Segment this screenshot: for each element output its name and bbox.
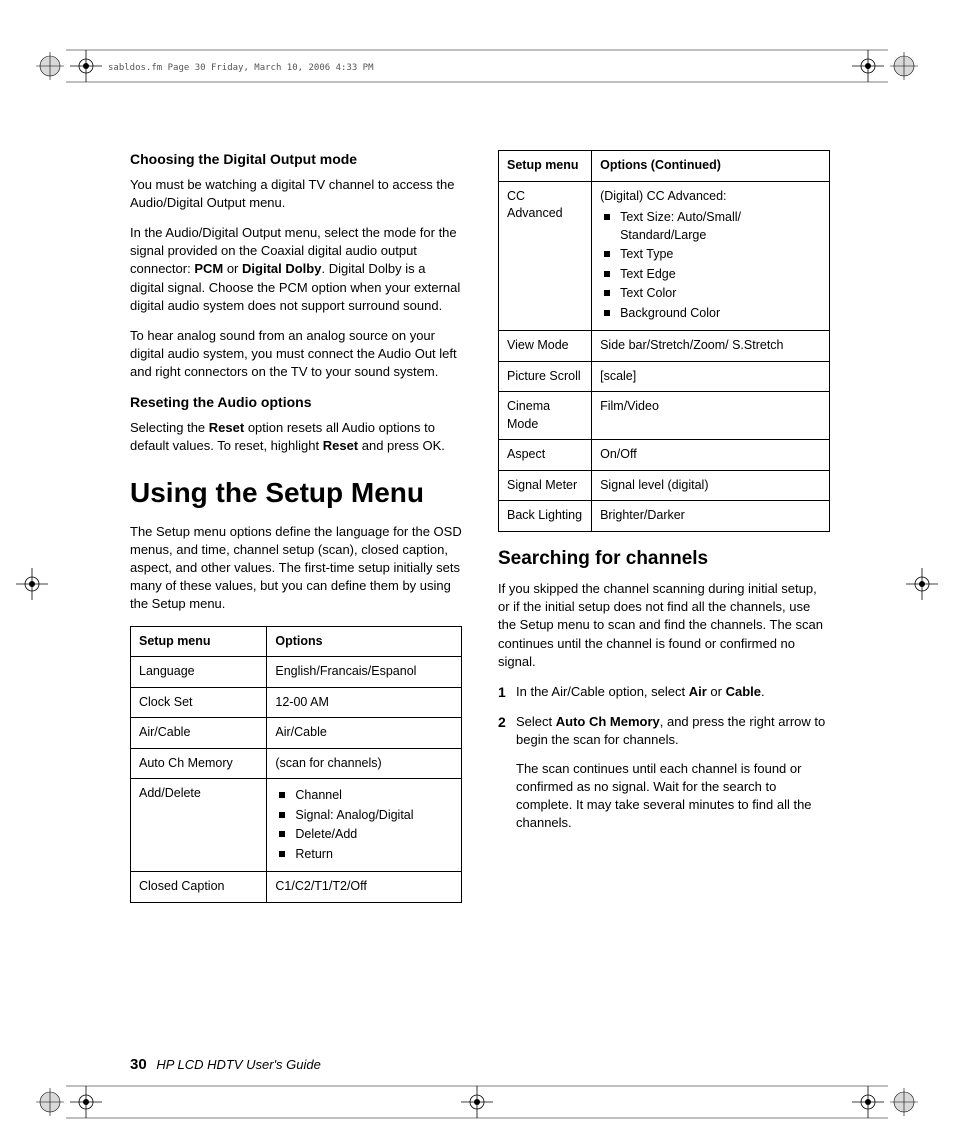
cell: Auto Ch Memory bbox=[131, 748, 267, 779]
cell: Clock Set bbox=[131, 687, 267, 718]
page-number: 30 bbox=[130, 1056, 147, 1073]
list-item: Text Edge bbox=[600, 266, 821, 284]
left-column: Choosing the Digital Output mode You mus… bbox=[130, 150, 462, 903]
bold-text: Auto Ch Memory bbox=[556, 714, 660, 729]
bold-text: Reset bbox=[323, 438, 358, 453]
cell: [scale] bbox=[592, 361, 830, 392]
table-row: AspectOn/Off bbox=[499, 440, 830, 471]
para: You must be watching a digital TV channe… bbox=[130, 176, 462, 212]
para: If you skipped the channel scanning duri… bbox=[498, 580, 830, 671]
cell: Closed Caption bbox=[131, 872, 267, 903]
cell: English/Francais/Espanol bbox=[267, 657, 462, 688]
steps-list: 1 In the Air/Cable option, select Air or… bbox=[498, 683, 830, 832]
page-footer: 30 HP LCD HDTV User's Guide bbox=[130, 1054, 321, 1075]
bold-text: Air bbox=[689, 684, 707, 699]
para: The Setup menu options define the langua… bbox=[130, 523, 462, 614]
cell: Air/Cable bbox=[131, 718, 267, 749]
cell: Cinema Mode bbox=[499, 392, 592, 440]
table-row: Auto Ch Memory(scan for channels) bbox=[131, 748, 462, 779]
table-row: Add/Delete Channel Signal: Analog/Digita… bbox=[131, 779, 462, 872]
cell: Signal level (digital) bbox=[592, 470, 830, 501]
table-header: Setup menu bbox=[131, 626, 267, 657]
cell: View Mode bbox=[499, 331, 592, 362]
table-row: Closed CaptionC1/C2/T1/T2/Off bbox=[131, 872, 462, 903]
table-header: Options (Continued) bbox=[592, 151, 830, 182]
cell: On/Off bbox=[592, 440, 830, 471]
cell: C1/C2/T1/T2/Off bbox=[267, 872, 462, 903]
heading-digital-output: Choosing the Digital Output mode bbox=[130, 150, 462, 170]
text: . bbox=[761, 684, 765, 699]
para: The scan continues until each channel is… bbox=[516, 760, 830, 833]
table-row: Back LightingBrighter/Darker bbox=[499, 501, 830, 532]
list-item: Return bbox=[275, 846, 453, 864]
bold-text: Reset bbox=[209, 420, 244, 435]
cell: Back Lighting bbox=[499, 501, 592, 532]
cell: Brighter/Darker bbox=[592, 501, 830, 532]
table-row: Cinema ModeFilm/Video bbox=[499, 392, 830, 440]
para: In the Audio/Digital Output menu, select… bbox=[130, 224, 462, 315]
table-header: Setup menu bbox=[499, 151, 592, 182]
heading-searching-channels: Searching for channels bbox=[498, 546, 830, 573]
frame-header: sabldos.fm Page 30 Friday, March 10, 200… bbox=[108, 62, 374, 75]
table-row: Picture Scroll[scale] bbox=[499, 361, 830, 392]
cell: Film/Video bbox=[592, 392, 830, 440]
cell: Signal Meter bbox=[499, 470, 592, 501]
text: Selecting the bbox=[130, 420, 209, 435]
cell: Channel Signal: Analog/Digital Delete/Ad… bbox=[267, 779, 462, 872]
guide-title: HP LCD HDTV User's Guide bbox=[156, 1057, 321, 1072]
text: or bbox=[223, 261, 242, 276]
table-row: LanguageEnglish/Francais/Espanol bbox=[131, 657, 462, 688]
step-item: 2 Select Auto Ch Memory, and press the r… bbox=[498, 713, 830, 832]
para: To hear analog sound from an analog sour… bbox=[130, 327, 462, 382]
cell: CC Advanced bbox=[499, 181, 592, 331]
table-header: Options bbox=[267, 626, 462, 657]
text: and press OK. bbox=[358, 438, 445, 453]
table-row: Signal MeterSignal level (digital) bbox=[499, 470, 830, 501]
setup-menu-table-1: Setup menu Options LanguageEnglish/Franc… bbox=[130, 626, 462, 903]
list-item: Text Color bbox=[600, 285, 821, 303]
cell: Air/Cable bbox=[267, 718, 462, 749]
table-row: Air/CableAir/Cable bbox=[131, 718, 462, 749]
cell: Aspect bbox=[499, 440, 592, 471]
setup-menu-table-2: Setup menu Options (Continued) CC Advanc… bbox=[498, 150, 830, 532]
table-row: Clock Set12-00 AM bbox=[131, 687, 462, 718]
right-column: Setup menu Options (Continued) CC Advanc… bbox=[498, 150, 830, 903]
cell: 12-00 AM bbox=[267, 687, 462, 718]
list-item: Signal: Analog/Digital bbox=[275, 807, 453, 825]
heading-reset-audio: Reseting the Audio options bbox=[130, 393, 462, 413]
bullet-list: Text Size: Auto/Small/ Standard/Large Te… bbox=[600, 209, 821, 322]
step-number: 1 bbox=[498, 683, 506, 703]
cell: Picture Scroll bbox=[499, 361, 592, 392]
table-row: CC Advanced (Digital) CC Advanced: Text … bbox=[499, 181, 830, 331]
list-item: Channel bbox=[275, 787, 453, 805]
cell: (scan for channels) bbox=[267, 748, 462, 779]
text: or bbox=[707, 684, 726, 699]
bold-text: Digital Dolby bbox=[242, 261, 321, 276]
cell: (Digital) CC Advanced: Text Size: Auto/S… bbox=[592, 181, 830, 331]
bullet-list: Channel Signal: Analog/Digital Delete/Ad… bbox=[275, 787, 453, 863]
list-item: Background Color bbox=[600, 305, 821, 323]
step-item: 1 In the Air/Cable option, select Air or… bbox=[498, 683, 830, 701]
list-item: Text Size: Auto/Small/ Standard/Large bbox=[600, 209, 821, 244]
text: In the Air/Cable option, select bbox=[516, 684, 689, 699]
step-number: 2 bbox=[498, 713, 506, 733]
table-row: View ModeSide bar/Stretch/Zoom/ S.Stretc… bbox=[499, 331, 830, 362]
text: (Digital) CC Advanced: bbox=[600, 188, 821, 206]
list-item: Text Type bbox=[600, 246, 821, 264]
page-content: Choosing the Digital Output mode You mus… bbox=[130, 150, 830, 903]
text: Select bbox=[516, 714, 556, 729]
cell: Language bbox=[131, 657, 267, 688]
cell: Side bar/Stretch/Zoom/ S.Stretch bbox=[592, 331, 830, 362]
cell: Add/Delete bbox=[131, 779, 267, 872]
para: Selecting the Reset option resets all Au… bbox=[130, 419, 462, 455]
bold-text: Cable bbox=[726, 684, 761, 699]
list-item: Delete/Add bbox=[275, 826, 453, 844]
heading-using-setup-menu: Using the Setup Menu bbox=[130, 473, 462, 512]
bold-text: PCM bbox=[194, 261, 223, 276]
